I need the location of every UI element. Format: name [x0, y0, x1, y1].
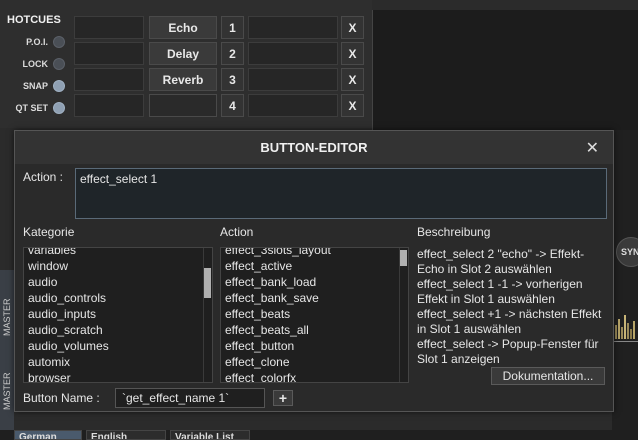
fx-slot-1-button[interactable]: Echo — [149, 16, 217, 39]
button-editor-dialog: BUTTON-EDITOR ✕ Action : effect_select 1… — [14, 130, 614, 412]
poi-toggle[interactable] — [53, 36, 65, 48]
snap-label: SNAP — [22, 81, 48, 91]
list-item[interactable]: variables — [24, 248, 212, 258]
fx-slot-2-button[interactable]: Delay — [149, 42, 217, 65]
action-scroll-thumb[interactable] — [400, 250, 407, 266]
fx-slot-2-param[interactable] — [248, 42, 338, 65]
fx-slot-3-button[interactable]: Reverb — [149, 68, 217, 91]
list-item[interactable]: effect_bank_save — [221, 290, 408, 306]
list-item[interactable]: audio_volumes — [24, 338, 212, 354]
master-side-tab-2[interactable]: MASTER — [0, 356, 14, 426]
list-item[interactable]: effect_3slots_layout — [221, 248, 408, 258]
fx-slot-2-clear-button[interactable]: X — [341, 42, 364, 65]
hotcue-pad-2[interactable] — [74, 42, 144, 65]
fx-slot-3-param[interactable] — [248, 68, 338, 91]
hotcues-panel: HOTCUES P.O.I. LOCK SNAP QT SET Echo Del… — [0, 0, 372, 128]
lock-label: LOCK — [22, 59, 49, 69]
deck-display — [372, 10, 638, 130]
list-item[interactable]: effect_active — [221, 258, 408, 274]
description-line: effect_select +1 -> nächsten Effekt in S… — [417, 307, 602, 336]
button-name-input[interactable]: `get_effect_name 1` — [115, 388, 265, 408]
action-label: Action : — [23, 170, 64, 184]
description-line: effect_select 1 -1 -> vorherigen Effekt … — [417, 277, 583, 306]
hotcues-title: HOTCUES — [7, 14, 61, 26]
list-item[interactable]: effect_button — [221, 338, 408, 354]
documentation-button[interactable]: Dokumentation... — [491, 367, 605, 385]
description-text: effect_select 2 "echo" -> Effekt-Echo in… — [417, 247, 609, 381]
fx-slot-3-clear-button[interactable]: X — [341, 68, 364, 91]
tab-german[interactable]: German — [14, 430, 82, 440]
category-scrollbar[interactable] — [203, 248, 212, 382]
hotcue-pad-1[interactable] — [74, 16, 144, 39]
qtset-label: QT SET — [15, 103, 48, 113]
qtset-toggle[interactable] — [53, 102, 65, 114]
close-icon[interactable]: ✕ — [586, 138, 599, 158]
list-item[interactable]: effect_bank_load — [221, 274, 408, 290]
lock-toggle[interactable] — [53, 58, 65, 70]
tab-variable-list[interactable]: Variable List — [170, 430, 250, 440]
list-item[interactable]: audio_inputs — [24, 306, 212, 322]
fx-slot-4-clear-button[interactable]: X — [341, 94, 364, 117]
dialog-title: BUTTON-EDITOR — [15, 131, 613, 164]
hotcue-pad-3[interactable] — [74, 68, 144, 91]
list-item[interactable]: audio_controls — [24, 290, 212, 306]
action-header: Action — [220, 225, 254, 239]
description-line: effect_select 2 "echo" -> Effekt-Echo in… — [417, 247, 585, 276]
list-item[interactable]: audio_scratch — [24, 322, 212, 338]
master-side-tab-1[interactable]: MASTER — [0, 282, 14, 352]
fx-slot-3-number[interactable]: 3 — [221, 68, 244, 91]
poi-label: P.O.I. — [26, 37, 48, 47]
list-item[interactable]: effect_beats — [221, 306, 408, 322]
waveform-graphic — [614, 315, 638, 342]
action-scrollbar[interactable] — [399, 248, 408, 382]
action-list[interactable]: effect_3slots_layout effect_active effec… — [220, 247, 409, 383]
fx-slot-1-clear-button[interactable]: X — [341, 16, 364, 39]
description-header: Beschreibung — [417, 225, 491, 239]
fx-slot-4-param[interactable] — [248, 94, 338, 117]
fx-slot-4-button[interactable] — [149, 94, 217, 117]
action-input[interactable]: effect_select 1 — [75, 168, 607, 219]
fx-slot-1-number[interactable]: 1 — [221, 16, 244, 39]
category-scroll-thumb[interactable] — [204, 268, 211, 298]
description-line: effect_select -> Popup-Fenster für Slot … — [417, 337, 599, 366]
tab-english[interactable]: English — [86, 430, 166, 440]
list-item[interactable]: effect_colorfx — [221, 370, 408, 382]
list-item[interactable]: audio — [24, 274, 212, 290]
list-item[interactable]: window — [24, 258, 212, 274]
list-item[interactable]: automix — [24, 354, 212, 370]
category-list[interactable]: variables window audio audio_controls au… — [23, 247, 213, 383]
list-item[interactable]: effect_clone — [221, 354, 408, 370]
sync-button[interactable]: SYN — [616, 237, 638, 267]
deck-lower-panel — [612, 130, 638, 430]
list-item[interactable]: browser — [24, 370, 212, 382]
hotcue-pad-4[interactable] — [74, 94, 144, 117]
add-button[interactable]: + — [273, 390, 293, 406]
button-name-label: Button Name : — [23, 391, 100, 405]
snap-toggle[interactable] — [53, 80, 65, 92]
fx-slot-1-param[interactable] — [248, 16, 338, 39]
fx-slot-2-number[interactable]: 2 — [221, 42, 244, 65]
fx-slot-4-number[interactable]: 4 — [221, 94, 244, 117]
list-item[interactable]: effect_beats_all — [221, 322, 408, 338]
category-header: Kategorie — [23, 225, 75, 239]
